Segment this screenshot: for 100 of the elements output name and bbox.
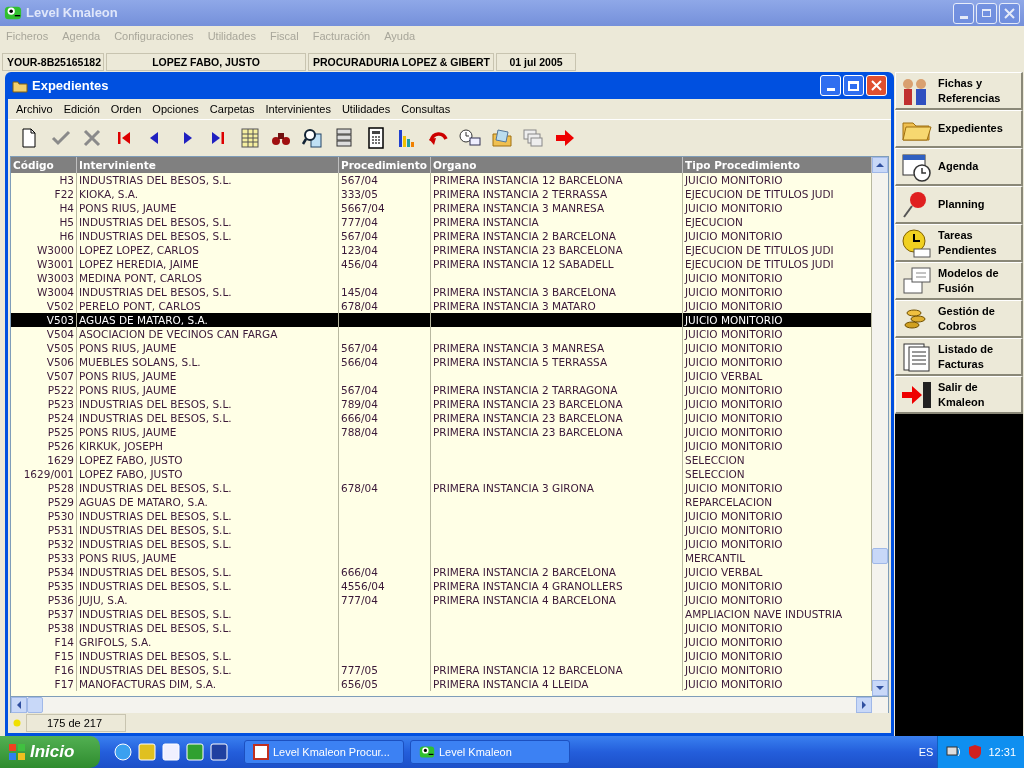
table-cell: PRIMERA INSTANCIA 3 BARCELONA: [433, 286, 616, 298]
table-cell: P526: [47, 440, 74, 452]
table-cell: 777/04: [341, 594, 378, 606]
table-cell: H3: [59, 174, 74, 186]
restore-button[interactable]: [976, 2, 997, 24]
window-title: Expedientes: [32, 76, 110, 95]
table-cell: PRIMERA INSTANCIA 5 TERRASSA: [433, 356, 608, 368]
scroll-down-icon[interactable]: [876, 684, 884, 692]
horizontal-scrollbar[interactable]: [10, 697, 889, 713]
table-cell: JUICIO MONITORIO: [685, 272, 783, 284]
sidebar-button[interactable]: Tareas Pendientes: [895, 224, 1023, 262]
windows-logo-icon: [8, 743, 26, 761]
column-header[interactable]: Procedimiento: [339, 157, 431, 173]
window-icon: [253, 744, 269, 760]
table-cell: 777/04: [341, 216, 378, 228]
table-cell: INDUSTRIAS DEL BESOS, S.L.: [79, 524, 232, 536]
table-cell: JUICIO MONITORIO: [685, 524, 783, 536]
table-cell: 5667/04: [341, 202, 385, 214]
column-header[interactable]: Código: [11, 157, 77, 173]
documents-icon: [900, 264, 932, 297]
table-cell: JUICIO MONITORIO: [685, 286, 783, 298]
scroll-right-icon[interactable]: [860, 701, 868, 709]
sidebar-button[interactable]: Fichas y Referencias: [895, 72, 1023, 110]
table-cell: PRIMERA INSTANCIA 23 BARCELONA: [433, 244, 623, 256]
info-field: 01 jul 2005: [496, 53, 576, 71]
table-cell: H4: [59, 202, 74, 214]
table-cell: LOPEZ FABO, JUSTO: [79, 454, 183, 466]
scroll-thumb[interactable]: [872, 548, 888, 564]
table-cell: JUICIO MONITORIO: [685, 510, 783, 522]
table-cell: MEDINA PONT, CARLOS: [79, 272, 202, 284]
table-cell: JUICIO VERBAL: [685, 566, 763, 578]
table-cell: PRIMERA INSTANCIA 12 SABADELL: [433, 258, 614, 270]
table-cell: PRIMERA INSTANCIA 4 LLEIDA: [433, 678, 589, 690]
table-cell: PRIMERA INSTANCIA: [433, 216, 539, 228]
minimize-button[interactable]: [953, 2, 974, 24]
sidebar-button[interactable]: Gestión de Cobros: [895, 300, 1023, 338]
menu-item[interactable]: Archivo: [16, 100, 53, 118]
table-cell: JUICIO MONITORIO: [685, 636, 783, 648]
column-header[interactable]: Interviniente: [77, 157, 339, 173]
menu-item[interactable]: Carpetas: [209, 100, 255, 118]
table-cell: PONS RIUS, JAUME: [79, 370, 177, 382]
table-cell: SELECCION: [685, 454, 745, 466]
menu-item[interactable]: Intervinientes: [265, 100, 331, 118]
table-cell: PRIMERA INSTANCIA 4 GRANOLLERS: [433, 580, 623, 592]
table-cell: 678/04: [341, 482, 378, 494]
sidebar-button[interactable]: Agenda: [895, 148, 1023, 186]
table-cell: PRIMERA INSTANCIA 3 MANRESA: [433, 342, 605, 354]
sidebar-button[interactable]: Modelos de Fusión: [895, 262, 1023, 300]
table-cell: AGUAS DE MATARO, S.A.: [79, 314, 208, 326]
table-cell: 4556/04: [341, 580, 385, 592]
sidebar-button[interactable]: Salir de Kmaleon: [895, 376, 1023, 414]
table-cell: 678/04: [341, 300, 378, 312]
table-cell: JUICIO MONITORIO: [685, 426, 783, 438]
scroll-thumb[interactable]: [27, 697, 43, 713]
language-indicator[interactable]: ES: [918, 743, 934, 761]
menu-item[interactable]: Utilidades: [341, 100, 391, 118]
table-cell: PRIMERA INSTANCIA 12 BARCELONA: [433, 664, 623, 676]
table-cell: PRIMERA INSTANCIA 3 MATARO: [433, 300, 596, 312]
table-cell: INDUSTRIAS DEL BESOS, S.L.: [79, 538, 232, 550]
table-cell: P535: [47, 580, 74, 592]
sidebar-button[interactable]: Expedientes: [895, 110, 1023, 148]
minimize-button[interactable]: [820, 75, 841, 96]
menu-item[interactable]: Edición: [63, 100, 100, 118]
table-cell: EJECUCION: [685, 216, 743, 228]
close-button[interactable]: [866, 75, 887, 96]
menu-item[interactable]: Consultas: [401, 100, 451, 118]
table-cell: F14: [54, 636, 74, 648]
table-cell: V502: [46, 300, 74, 312]
table-cell: 566/04: [341, 356, 378, 368]
table-cell: 666/04: [341, 412, 378, 424]
table-cell: JUICIO MONITORIO: [685, 398, 783, 410]
table-cell: PRIMERA INSTANCIA 23 BARCELONA: [433, 398, 623, 410]
scroll-left-icon[interactable]: [15, 701, 23, 709]
sidebar-button[interactable]: Planning: [895, 186, 1023, 224]
vertical-scrollbar[interactable]: [872, 157, 888, 696]
taskbar-button[interactable]: Level Kmaleon: [410, 740, 570, 764]
table-cell: JUICIO MONITORIO: [685, 678, 783, 690]
column-header[interactable]: Organo: [431, 157, 683, 173]
table-cell: JUICIO MONITORIO: [685, 622, 783, 634]
sidebar-button[interactable]: Listado de Facturas: [895, 338, 1023, 376]
close-button[interactable]: [999, 2, 1020, 24]
table-cell: SELECCION: [685, 468, 745, 480]
table-cell: V504: [46, 328, 74, 340]
table-cell: 788/04: [341, 426, 378, 438]
table-cell: JUICIO MONITORIO: [685, 482, 783, 494]
table-cell: JUICIO MONITORIO: [685, 594, 783, 606]
maximize-button[interactable]: [843, 75, 864, 96]
menu-item[interactable]: Opciones: [152, 100, 199, 118]
taskbar-button[interactable]: Level Kmaleon Procur...: [244, 740, 404, 764]
table-cell: MUEBLES SOLANS, S.L.: [79, 356, 201, 368]
table-cell: LOPEZ HEREDIA, JAIME: [79, 258, 199, 270]
table-row[interactable]: V503 AGUAS DE MATARO, S.A. JUICIO MONITORIO: [11, 313, 872, 327]
scroll-up-icon[interactable]: [876, 161, 884, 169]
menu-item[interactable]: Orden: [110, 100, 142, 118]
table-cell: V505: [46, 342, 74, 354]
table-cell: MERCANTIL: [685, 552, 746, 564]
table-cell: P525: [47, 426, 74, 438]
clock: 12:31: [988, 744, 1016, 760]
table-cell: V506: [46, 356, 74, 368]
table-cell: P531: [47, 524, 74, 536]
